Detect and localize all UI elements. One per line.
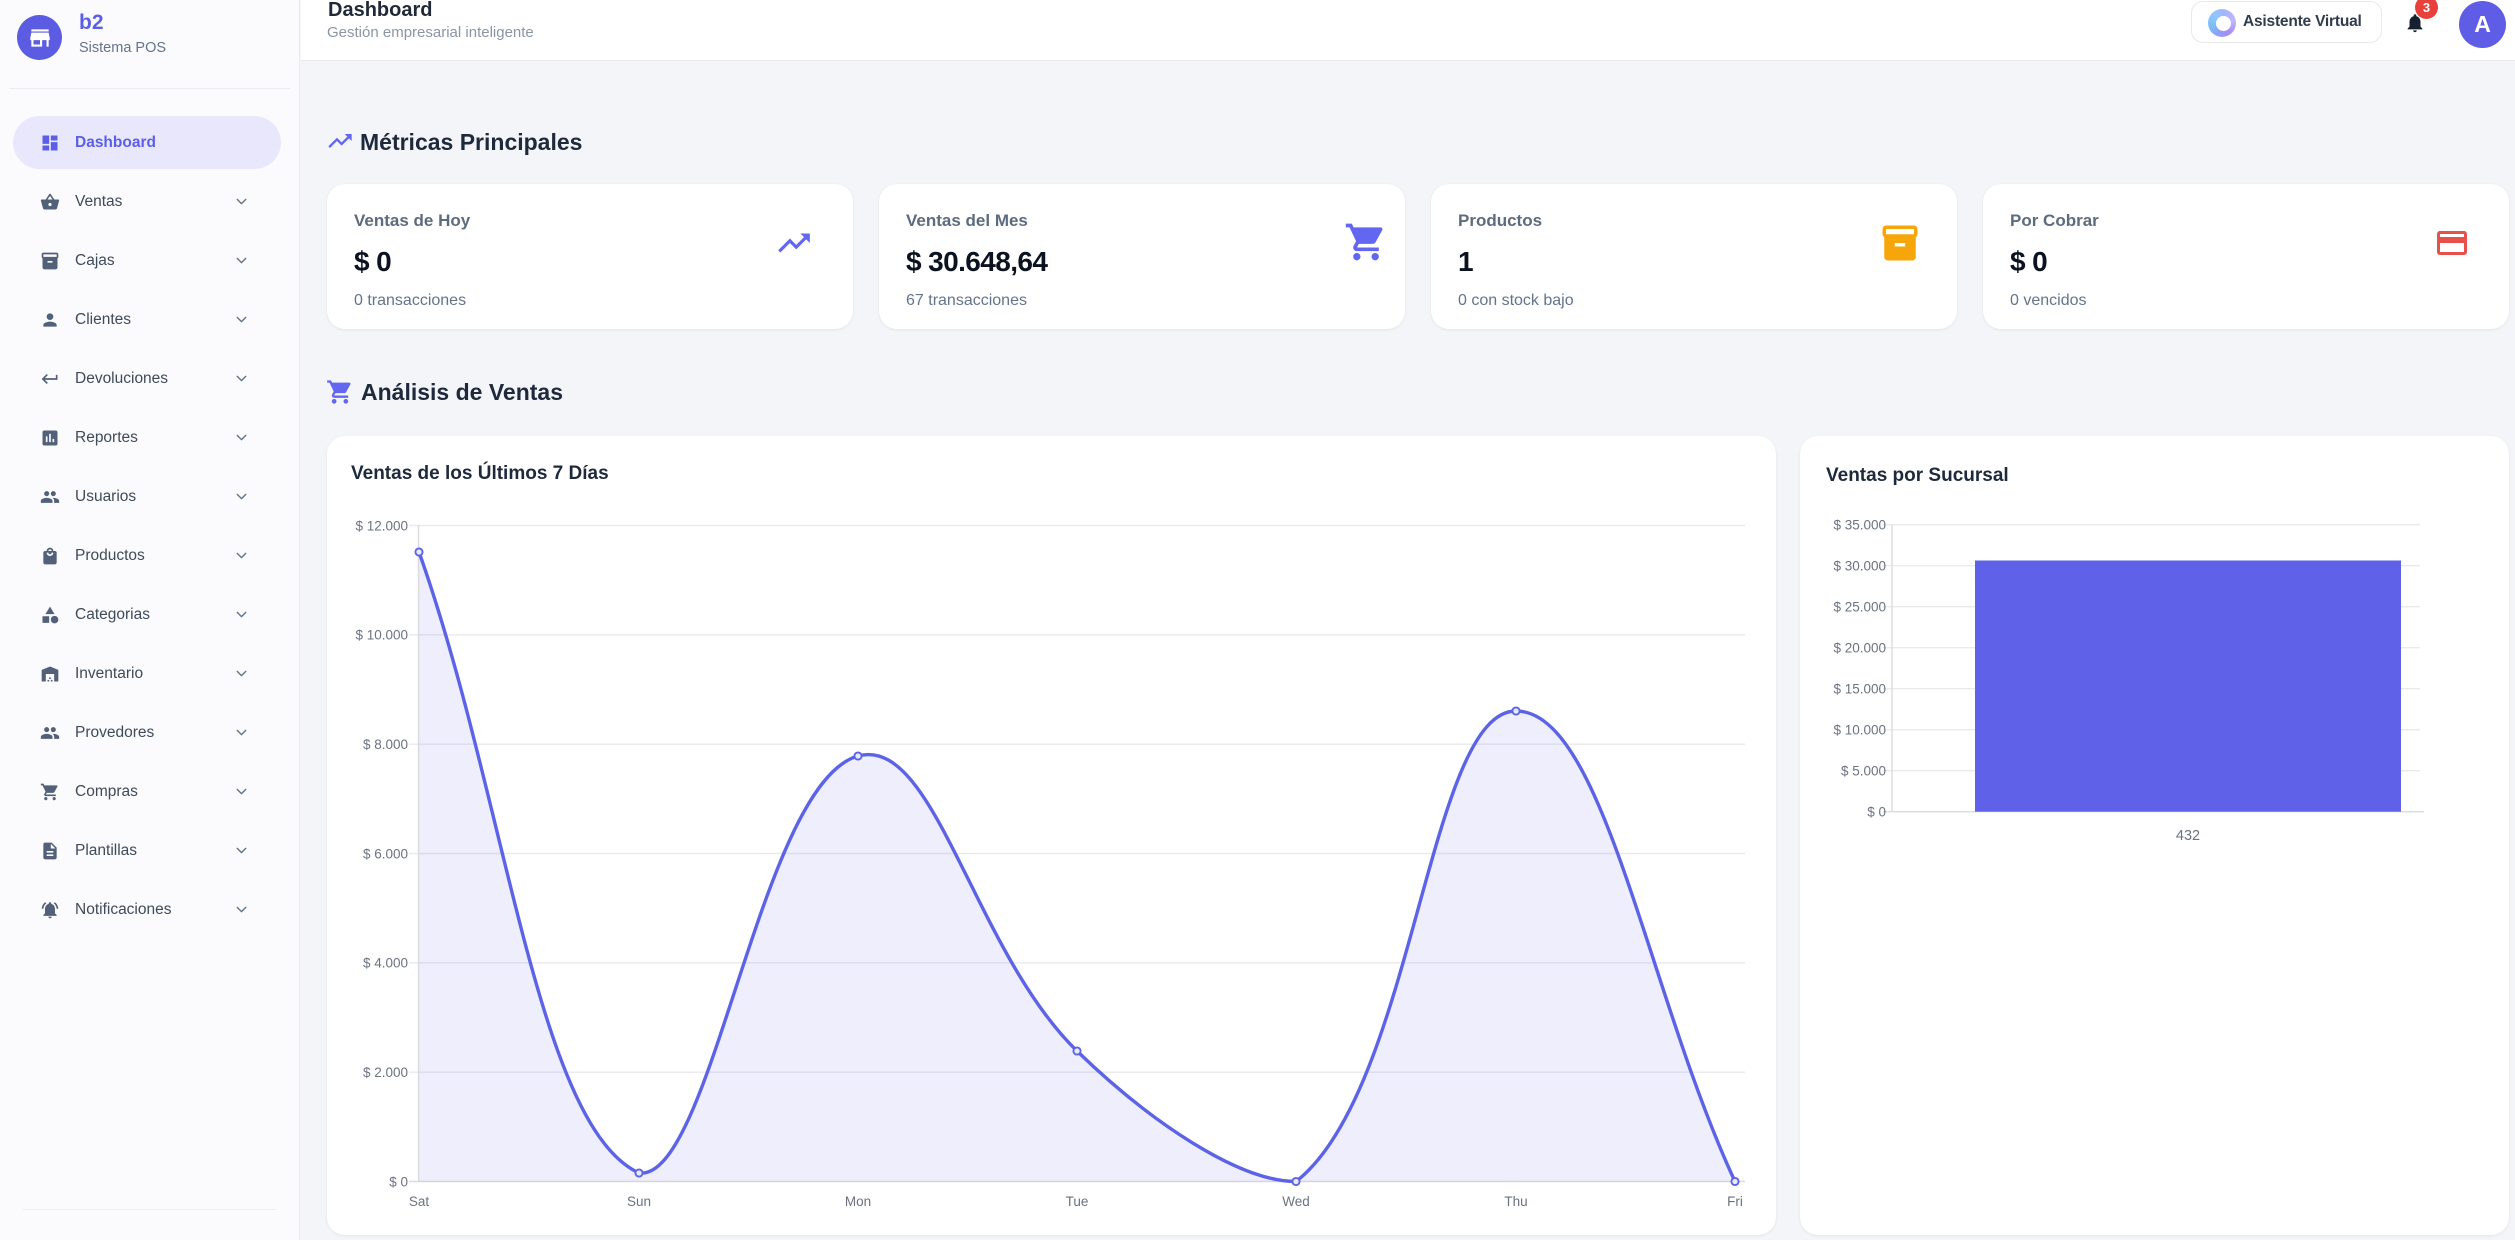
svg-text:$ 12.000: $ 12.000 <box>355 518 408 533</box>
svg-text:Fri: Fri <box>1727 1194 1743 1209</box>
svg-text:$ 5.000: $ 5.000 <box>1841 764 1886 779</box>
svg-text:$ 10.000: $ 10.000 <box>1833 723 1886 738</box>
svg-text:$ 20.000: $ 20.000 <box>1833 641 1886 656</box>
svg-text:$ 0: $ 0 <box>1867 805 1886 820</box>
svg-text:432: 432 <box>2176 828 2200 844</box>
svg-text:$ 6.000: $ 6.000 <box>363 846 408 861</box>
svg-text:Mon: Mon <box>845 1194 871 1209</box>
svg-text:$ 35.000: $ 35.000 <box>1833 518 1886 533</box>
svg-text:$ 15.000: $ 15.000 <box>1833 682 1886 697</box>
svg-text:$ 30.000: $ 30.000 <box>1833 559 1886 574</box>
svg-text:$ 10.000: $ 10.000 <box>355 628 408 643</box>
svg-text:Thu: Thu <box>1504 1194 1527 1209</box>
svg-text:Sun: Sun <box>627 1194 651 1209</box>
svg-text:Tue: Tue <box>1066 1194 1089 1209</box>
svg-text:$ 2.000: $ 2.000 <box>363 1065 408 1080</box>
svg-text:$ 25.000: $ 25.000 <box>1833 600 1886 615</box>
svg-text:$ 0: $ 0 <box>389 1174 408 1189</box>
svg-text:$ 8.000: $ 8.000 <box>363 737 408 752</box>
svg-text:$ 4.000: $ 4.000 <box>363 956 408 971</box>
svg-text:Wed: Wed <box>1282 1194 1310 1209</box>
svg-text:Sat: Sat <box>409 1194 430 1209</box>
